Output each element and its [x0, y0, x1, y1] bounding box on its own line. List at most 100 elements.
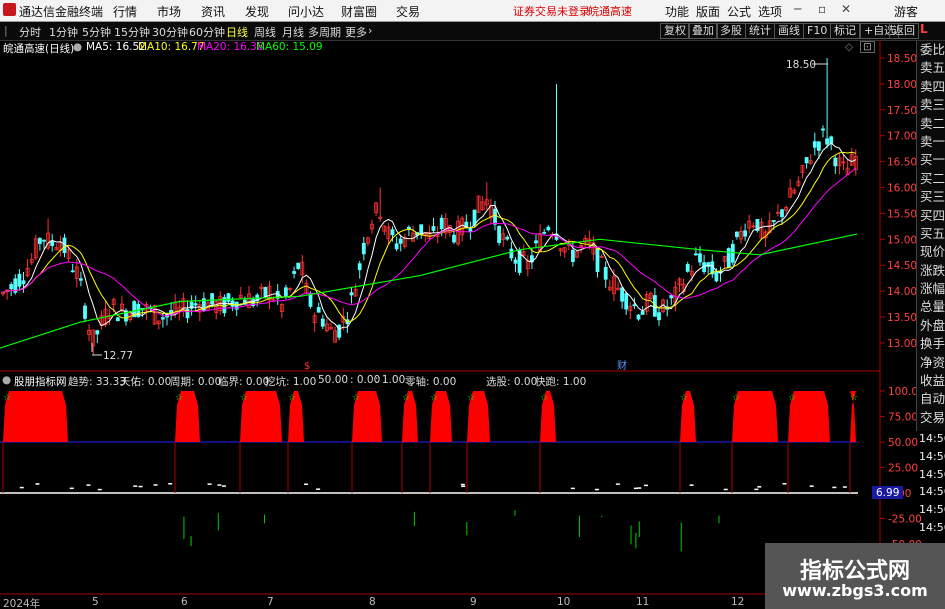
date-label: 12	[731, 596, 745, 608]
candle-body	[398, 238, 403, 244]
candle-body	[431, 226, 436, 231]
candle-body	[390, 229, 395, 236]
candle-body	[771, 220, 776, 222]
indicator-dash	[842, 486, 847, 488]
candle-body	[817, 141, 821, 151]
indicator-dash	[754, 488, 759, 491]
indicator-settings-icon[interactable]: ●	[2, 374, 11, 386]
candle-body	[534, 240, 538, 244]
sidebar-item[interactable]: 买一	[917, 151, 945, 169]
sidebar-item[interactable]: 自动	[917, 390, 945, 408]
candle-body	[730, 243, 735, 263]
star-icon: ☆	[402, 393, 410, 403]
candle-body	[829, 136, 834, 144]
date-label: 11	[636, 596, 650, 608]
field-zhouqi: 周期: 0.00	[170, 376, 222, 388]
star-icon: ☆	[352, 393, 360, 403]
indicator-dash	[97, 488, 102, 491]
candle-body	[226, 293, 231, 302]
sidebar-item[interactable]: 买三	[917, 188, 945, 206]
candle-body	[542, 231, 547, 234]
candle-body	[640, 311, 645, 315]
candle-body	[780, 209, 784, 218]
candle-body	[505, 236, 510, 240]
sidebar-item[interactable]: 卖一	[917, 133, 945, 151]
sidebar-item[interactable]: 涨幅	[917, 280, 945, 298]
sidebar-item[interactable]: 卖五	[917, 59, 945, 77]
indicator-name[interactable]: 股朋指标网	[14, 374, 67, 389]
star-icon: ☆	[732, 393, 740, 403]
indicator-dash	[615, 483, 620, 485]
candle-body	[320, 318, 325, 327]
candle-body	[685, 264, 690, 272]
sidebar-item[interactable]: 卖二	[917, 115, 945, 133]
indicator-dash	[460, 483, 465, 486]
candle-body	[115, 317, 120, 322]
indicator-dash	[217, 484, 222, 486]
price-tick-label: 16.00	[887, 183, 917, 195]
candle-body	[38, 238, 42, 244]
candle-body	[361, 242, 366, 255]
candle-body	[706, 262, 711, 268]
candle-body	[42, 239, 46, 242]
star-icon: ☆	[680, 393, 688, 403]
event-marker-finance[interactable]: 财	[617, 359, 627, 372]
price-tick-label: 18.50	[887, 53, 917, 65]
sidebar-item[interactable]: 外盘	[917, 317, 945, 335]
candle-body	[349, 292, 354, 296]
field-xuangu: 选股: 0.00	[486, 376, 538, 388]
current-value-label: 6.99	[876, 487, 899, 499]
candle-body	[636, 314, 641, 320]
sidebar-item[interactable]: 收益	[917, 372, 945, 390]
candle-body	[497, 226, 502, 243]
sidebar-item[interactable]: 卖三	[917, 96, 945, 114]
price-tick-label: 14.50	[887, 260, 917, 272]
star-icon: ☆	[3, 393, 11, 403]
sidebar-item[interactable]: 交易	[917, 409, 945, 427]
sidebar-corner: L	[917, 22, 945, 39]
sidebar-item[interactable]: 净资	[917, 354, 945, 372]
star-icon: ☆	[788, 393, 796, 403]
candle-body	[17, 273, 22, 287]
candle-body	[21, 280, 26, 285]
indicator-dash	[207, 483, 212, 485]
sidebar-item[interactable]: 涨跌	[917, 262, 945, 280]
sidebar-item[interactable]: 买五	[917, 225, 945, 243]
indicator-dash	[689, 484, 694, 486]
indicator-fill-block	[3, 391, 68, 442]
indicator-dash	[35, 483, 40, 485]
sidebar-item[interactable]: 卖四	[917, 78, 945, 96]
sidebar-item[interactable]: 买四	[917, 207, 945, 225]
event-marker-dollar[interactable]: $	[304, 361, 310, 372]
candle-body	[571, 249, 575, 262]
watermark-url: www.zbgs3.com	[782, 581, 928, 600]
sidebar-item[interactable]: 委比	[917, 41, 945, 59]
indicator-dash	[316, 488, 321, 490]
price-tick-label: 13.00	[887, 338, 917, 350]
high-price-label: 18.50	[786, 59, 816, 71]
date-label: 10	[557, 596, 571, 608]
chart-area[interactable]: 18.50 18.00 17.50 17.00 16.50 16.00 15.50 15.00…	[0, 0, 945, 609]
candle-body	[283, 287, 288, 297]
candle-body	[70, 270, 75, 273]
indicator-dash	[757, 486, 762, 488]
date-label: 6	[181, 596, 188, 608]
candle-body	[50, 240, 55, 247]
candle-body	[439, 217, 444, 230]
indicator-dash	[594, 488, 599, 491]
sidebar-item[interactable]: 现价	[917, 243, 945, 261]
candle-body	[296, 262, 301, 269]
date-label: 8	[369, 596, 376, 608]
candle-body	[669, 295, 674, 299]
indicator-dash	[723, 488, 728, 491]
sidebar-item[interactable]: 换手	[917, 335, 945, 353]
trade-time: 14:56	[919, 520, 945, 534]
sidebar-item[interactable]: 总量	[917, 298, 945, 316]
sidebar-item[interactable]: 买二	[917, 170, 945, 188]
candle-body	[468, 228, 473, 232]
candle-body	[160, 317, 165, 320]
sidebar-corner-label: L	[920, 22, 928, 36]
star-icon: ☆	[288, 393, 296, 403]
candle-body	[509, 248, 514, 259]
indicator-tick-label: 100.0	[888, 386, 918, 398]
